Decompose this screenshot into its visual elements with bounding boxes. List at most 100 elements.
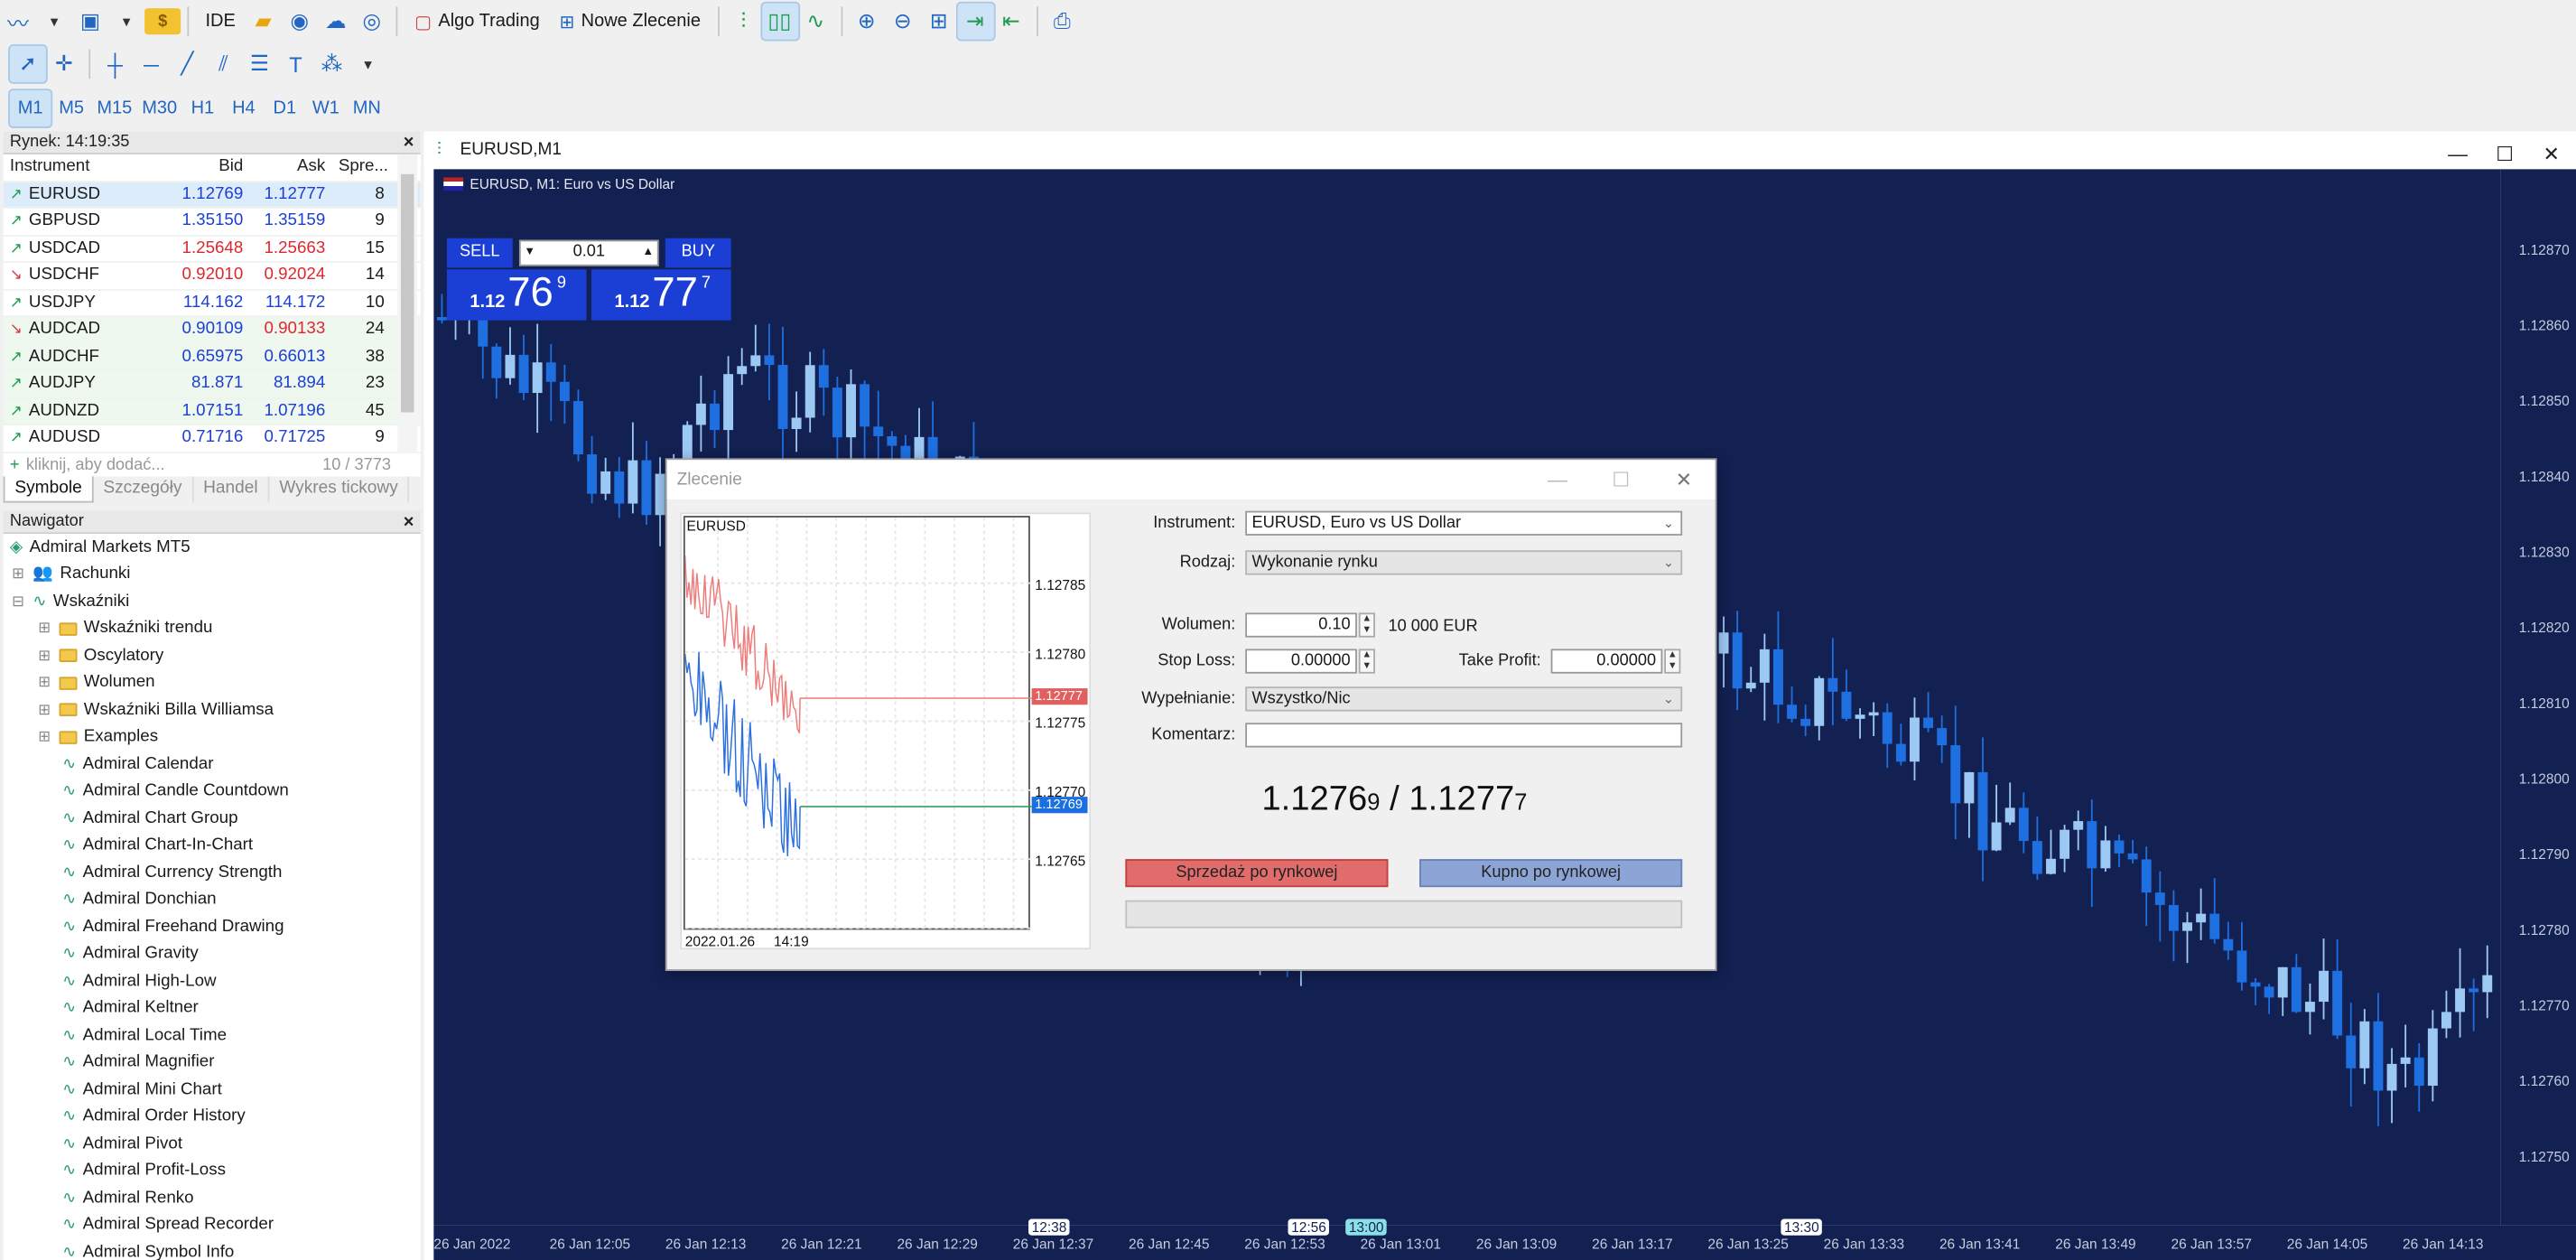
navigator-item[interactable]: ∿ Admiral Mini Chart [4, 1076, 421, 1103]
sell-by-market-button[interactable]: Sprzedaż po rynkowej [1125, 859, 1389, 888]
navigator-item[interactable]: ∿ Admiral Keltner [4, 994, 421, 1022]
expander-icon[interactable]: ⊞ [36, 647, 52, 665]
navigator-item[interactable]: ∿ Admiral Symbol Info [4, 1238, 421, 1260]
comment-input[interactable] [1245, 723, 1683, 748]
navigator-item[interactable]: ∿ Admiral Chart-In-Chart [4, 832, 421, 859]
navigator-item[interactable]: ∿ Admiral Gravity [4, 940, 421, 967]
timeframe-d1[interactable]: D1 [265, 90, 305, 126]
navigator-item[interactable]: ∿ Admiral Pivot [4, 1130, 421, 1157]
market-watch-row[interactable]: ↗ USDCAD 1.25648 1.25663 15 [3, 236, 421, 264]
zoom-in-icon[interactable]: ⊕ [849, 4, 885, 40]
navigator-item[interactable]: ∿ Admiral Candle Countdown [4, 778, 421, 805]
market-watch-scrollbar[interactable] [397, 154, 418, 475]
expander-icon[interactable]: ⊟ [10, 593, 26, 611]
column-header[interactable]: Bid [168, 158, 250, 176]
navigator-item[interactable]: ⊞ Wolumen [4, 669, 421, 696]
time-axis[interactable]: 26 Jan 2022 26 Jan 12:05 26 Jan 12:13 26 Ja… [433, 1218, 2576, 1260]
navigator-item[interactable]: ∿ Admiral Freehand Drawing [4, 913, 421, 940]
scroll-thumb[interactable] [400, 173, 414, 413]
timeframe-mn[interactable]: MN [347, 90, 387, 126]
navigator-item[interactable]: ⊞ Wskaźniki trendu [4, 615, 421, 642]
chevron-down-icon[interactable]: ▼ [108, 4, 144, 40]
stop-loss-stepper[interactable]: ▲ ▼ [1358, 649, 1375, 674]
take-profit-input[interactable]: 0.00000 [1550, 649, 1663, 674]
candlestick-icon[interactable]: ▯▯ [759, 1, 800, 42]
timeframe-h1[interactable]: H1 [182, 90, 223, 126]
market-watch-row[interactable]: ↘ USDCHF 0.92010 0.92024 14 [3, 263, 421, 291]
take-profit-stepper[interactable]: ▲ ▼ [1664, 649, 1681, 674]
navigator-item[interactable]: ⊞ 👥 Rachunki [4, 561, 421, 588]
market-watch-row[interactable]: ↗ AUDUSD 0.71716 0.71725 9 [3, 425, 421, 453]
oct-sell-button[interactable]: SELL [446, 238, 513, 268]
buy-by-market-button[interactable]: Kupno po rynkowej [1419, 859, 1683, 888]
navigator-item[interactable]: ⊟ ∿ Wskaźniki [4, 588, 421, 615]
oct-sell-price[interactable]: 1.12 76 9 [446, 269, 587, 321]
line-chart-icon[interactable]: 〰 [0, 4, 36, 40]
tab-symbole[interactable]: Symbole [3, 476, 94, 503]
oct-buy-price[interactable]: 1.12 77 7 [591, 269, 731, 321]
expander-icon[interactable]: ⊞ [36, 701, 52, 719]
fibonacci-icon[interactable]: ☰ [241, 46, 277, 82]
navigator-item[interactable]: ∿ Admiral Renko [4, 1184, 421, 1211]
navigator-item[interactable]: ◈ Admiral Markets MT5 [4, 534, 421, 561]
market-watch-row[interactable]: ↗ AUDNZD 1.07151 1.07196 45 [3, 398, 421, 426]
filling-select[interactable]: Wszystko/Nic ⌄ [1245, 686, 1683, 712]
market-watch-row[interactable]: ↗ AUDCHF 0.65975 0.66013 38 [3, 344, 421, 372]
chevron-down-icon[interactable]: ▼ [36, 4, 72, 40]
channel-icon[interactable]: ⫽ [205, 46, 241, 82]
navigator-item[interactable]: ∿ Admiral Magnifier [4, 1049, 421, 1076]
signals-icon[interactable]: ◉ [282, 4, 318, 40]
navigator-item[interactable]: ∿ Admiral Donchian [4, 886, 421, 913]
text-icon[interactable]: T [277, 46, 313, 82]
expander-icon[interactable]: ⊞ [10, 565, 26, 583]
shapes-icon[interactable]: ⁂ [314, 46, 350, 82]
expander-icon[interactable]: ⊞ [36, 620, 52, 638]
screenshot-icon[interactable]: ⎙ [1044, 4, 1080, 40]
column-header[interactable]: Spre... [332, 158, 392, 176]
column-header[interactable]: Instrument [4, 158, 168, 176]
expander-icon[interactable]: ⊞ [36, 674, 52, 692]
line-icon[interactable]: ∿ [797, 4, 833, 40]
timeframe-m1[interactable]: M1 [8, 89, 53, 128]
cloud-icon[interactable]: ☁ [318, 4, 354, 40]
horizontal-line-icon[interactable]: ─ [133, 46, 169, 82]
market-bag-icon[interactable]: ▰ [246, 4, 282, 40]
timeframe-m5[interactable]: M5 [51, 90, 91, 126]
add-symbol-row[interactable]: + kliknij, aby dodać... 10 / 3773 [3, 453, 421, 479]
navigator-item[interactable]: ∿ Admiral Currency Strength [4, 859, 421, 886]
instrument-select[interactable]: EURUSD, Euro vs US Dollar ⌄ [1245, 510, 1683, 536]
navigator-item[interactable]: ∿ Admiral Calendar [4, 751, 421, 778]
navigator-item[interactable]: ∿ Admiral Profit-Loss [4, 1157, 421, 1184]
close-icon[interactable]: × [404, 511, 414, 534]
price-axis[interactable]: 1.12870 1.12860 1.12850 1.12840 1.12830 1.128… [2500, 169, 2576, 1226]
market-watch-row[interactable]: ↗ AUDJPY 81.871 81.894 23 [3, 371, 421, 399]
ide-button[interactable]: IDE [196, 4, 246, 40]
bar-chart-icon[interactable]: ⫶ [725, 4, 761, 40]
zoom-out-icon[interactable]: ⊖ [885, 4, 921, 40]
market-watch-row[interactable]: ↗ USDJPY 114.162 114.172 10 [3, 290, 421, 318]
expander-icon[interactable]: ⊞ [36, 728, 52, 746]
chart-templates-icon[interactable]: ▣ [72, 4, 108, 40]
cursor-icon[interactable]: ➚ [8, 44, 48, 84]
volume-input[interactable]: 0.10 [1245, 612, 1357, 638]
chevron-down-icon[interactable]: ▼ [350, 46, 386, 82]
close-icon[interactable]: ✕ [2543, 136, 2560, 173]
trendline-icon[interactable]: ╱ [169, 46, 205, 82]
close-icon[interactable]: × [404, 132, 414, 154]
navigator-item[interactable]: ⊞ Examples [4, 723, 421, 751]
timeframe-m30[interactable]: M30 [137, 90, 182, 126]
new-order-button[interactable]: ⊞ Nowe Zlecenie [550, 4, 711, 40]
chevron-down-icon[interactable]: ▼ [524, 241, 535, 264]
column-header[interactable]: Ask [250, 158, 332, 176]
navigator-item[interactable]: ∿ Admiral High-Low [4, 967, 421, 994]
chart-shift-icon[interactable]: ⇤ [993, 4, 1029, 40]
oct-volume-input[interactable]: ▼ 0.01 ▲ [518, 239, 659, 266]
tab-szczegóły[interactable]: Szczegóły [93, 476, 194, 503]
tab-handel[interactable]: Handel [193, 476, 270, 503]
maximize-icon[interactable]: ☐ [2496, 136, 2514, 173]
vertical-line-icon[interactable]: ┼ [97, 46, 133, 82]
market-watch-row[interactable]: ↘ AUDCAD 0.90109 0.90133 24 [3, 317, 421, 345]
algo-trading-button[interactable]: ▢ Algo Trading [405, 4, 549, 40]
navigator-item[interactable]: ⊞ Oscylatory [4, 642, 421, 669]
navigator-item[interactable]: ∿ Admiral Local Time [4, 1022, 421, 1049]
